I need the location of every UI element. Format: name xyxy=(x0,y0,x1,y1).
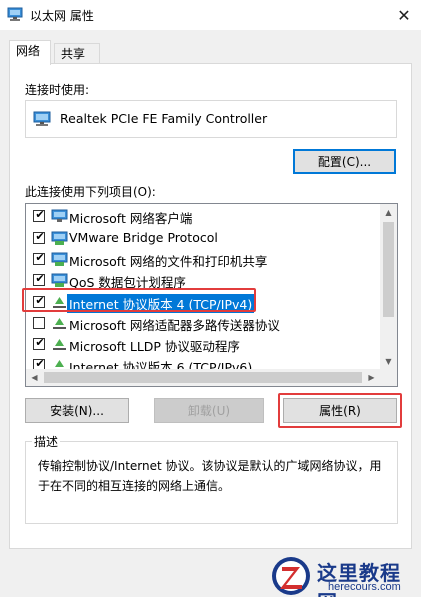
check-icon: ✔ xyxy=(35,272,45,285)
scroll-left-icon[interactable]: ◀ xyxy=(26,369,43,386)
list-item[interactable]: ✔ Microsoft LLDP 协议驱动程序 xyxy=(26,334,378,354)
protocol-icon xyxy=(53,339,66,350)
ipv4-highlight-box xyxy=(22,288,256,312)
install-button[interactable]: 安装(N)... xyxy=(25,398,129,423)
window-title: 以太网 属性 xyxy=(30,9,94,23)
tab-sharing[interactable]: 共享 xyxy=(54,43,100,65)
close-button[interactable]: ✕ xyxy=(387,0,421,30)
watermark-url: herecours.com xyxy=(328,581,401,593)
check-icon: ✔ xyxy=(35,230,45,243)
scroll-thumb[interactable] xyxy=(44,372,362,383)
uninstall-button[interactable]: 卸载(U) xyxy=(154,398,264,423)
item-label: Microsoft 网络的文件和打印机共享 xyxy=(69,254,268,269)
properties-highlight-box xyxy=(278,393,402,428)
network-adapter-icon xyxy=(33,111,51,126)
configure-button[interactable]: 配置(C)... xyxy=(293,149,396,174)
adapter-name: Realtek PCIe FE Family Controller xyxy=(60,111,268,126)
item-label: VMware Bridge Protocol xyxy=(69,230,218,245)
item-label: Microsoft 网络适配器多路传送器协议 xyxy=(69,318,280,333)
network-service-icon xyxy=(51,231,68,245)
horizontal-scrollbar[interactable]: ◀ ▶ xyxy=(26,369,397,386)
close-icon: ✕ xyxy=(397,5,411,25)
item-checkbox[interactable]: ✔ xyxy=(33,251,45,265)
description-text: 传输控制协议/Internet 协议。该协议是默认的广域网络协议，用于在不同的相… xyxy=(38,459,382,493)
scroll-down-icon[interactable]: ▼ xyxy=(380,353,397,370)
network-service-icon xyxy=(51,252,68,266)
protocol-icon xyxy=(53,318,66,329)
list-item[interactable]: ✔ VMware Bridge Protocol xyxy=(26,228,378,248)
item-checkbox[interactable]: ✔ xyxy=(33,336,45,350)
adapter-field: Realtek PCIe FE Family Controller xyxy=(25,100,397,138)
network-service-icon xyxy=(51,273,68,287)
list-item[interactable]: Microsoft 网络适配器多路传送器协议 xyxy=(26,313,378,333)
connect-using-label: 连接时使用: xyxy=(25,83,90,97)
item-label: Microsoft LLDP 协议驱动程序 xyxy=(69,339,240,354)
item-checkbox[interactable]: ✔ xyxy=(33,230,45,244)
item-checkbox[interactable]: ✔ xyxy=(33,272,45,286)
scroll-right-icon[interactable]: ▶ xyxy=(363,369,380,386)
check-icon: ✔ xyxy=(35,336,45,349)
title-bar: 以太网 属性 ✕ xyxy=(0,0,421,30)
description-title: 描述 xyxy=(32,433,61,450)
network-client-icon xyxy=(51,209,68,222)
list-item[interactable]: ✔ QoS 数据包计划程序 xyxy=(26,270,378,290)
items-label: 此连接使用下列项目(O): xyxy=(25,185,156,199)
check-icon: ✔ xyxy=(35,208,45,221)
tab-network[interactable]: 网络 xyxy=(9,40,51,65)
network-adapter-icon xyxy=(7,7,23,21)
watermark: 这里教程网 herecours.com xyxy=(270,555,421,597)
watermark-logo-icon xyxy=(272,557,310,595)
scroll-up-icon[interactable]: ▲ xyxy=(380,204,397,221)
item-label: Microsoft 网络客户端 xyxy=(69,211,193,226)
item-checkbox[interactable]: ✔ xyxy=(33,208,45,222)
scroll-thumb[interactable] xyxy=(383,222,394,317)
item-checkbox[interactable] xyxy=(33,317,45,329)
list-item[interactable]: ✔ Microsoft 网络的文件和打印机共享 xyxy=(26,249,378,269)
check-icon: ✔ xyxy=(35,251,45,264)
vertical-scrollbar[interactable]: ▲ ▼ xyxy=(380,204,397,370)
list-item[interactable]: ✔ Microsoft 网络客户端 xyxy=(26,206,378,226)
